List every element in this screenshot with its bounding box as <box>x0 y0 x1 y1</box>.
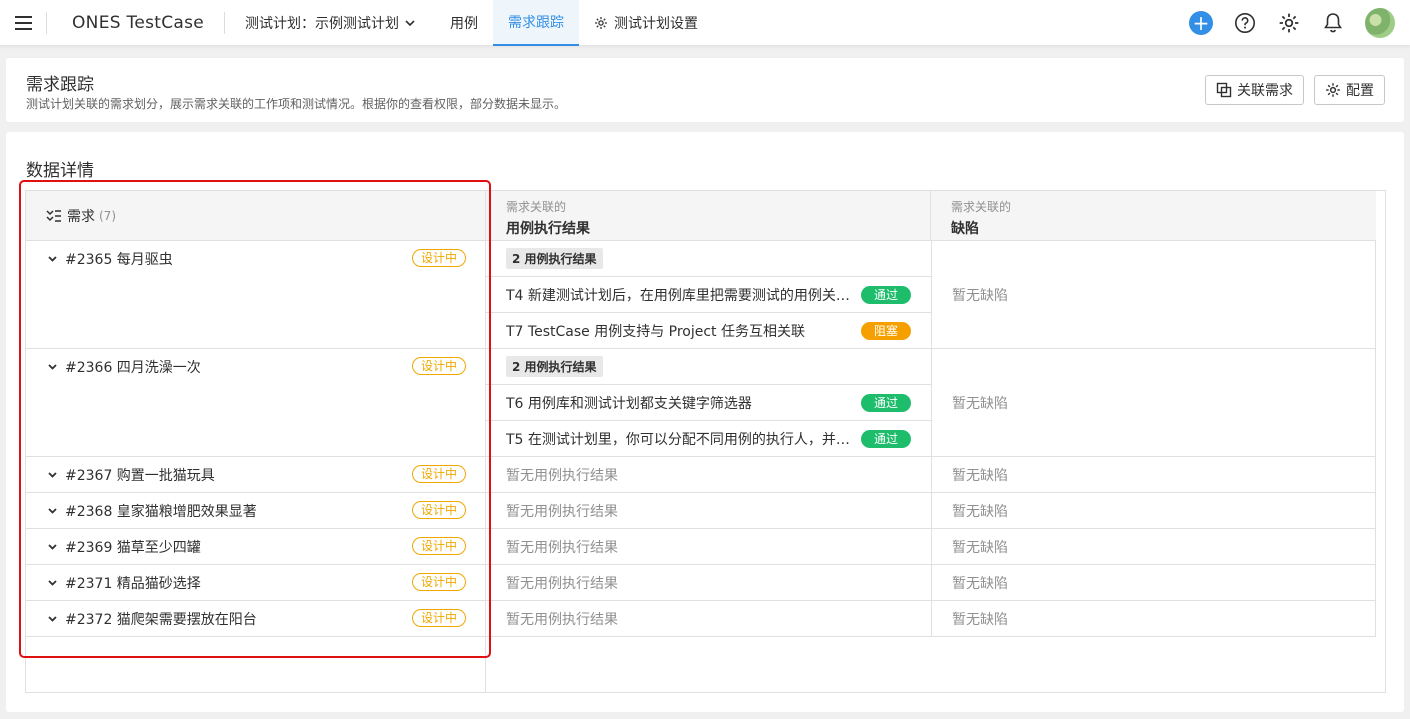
requirement-title[interactable]: #2367 购置一批猫玩具 <box>65 465 215 485</box>
chevron-down-icon[interactable] <box>48 507 57 514</box>
requirement-row[interactable]: #2367 购置一批猫玩具 设计中 <box>26 457 486 493</box>
status-pass-badge: 通过 <box>861 430 911 448</box>
hamburger-icon[interactable] <box>0 0 46 46</box>
exec-row[interactable]: T4 新建测试计划后，在用例库里把需要测试的用例关联到测试计划 通过 <box>486 277 931 313</box>
exec-count-tag: 2 用例执行结果 <box>506 356 603 377</box>
plan-select-label: 测试计划：示例测试计划 <box>245 15 400 32</box>
requirement-row[interactable]: #2366 四月洗澡一次 设计中 <box>26 349 486 457</box>
empty-exec-cell: 暂无用例执行结果 <box>486 565 931 601</box>
exec-row[interactable]: T5 在测试计划里，你可以分配不同用例的执行人，并跟踪执行进度 通过 <box>486 421 931 457</box>
requirement-title[interactable]: #2372 猫爬架需要摆放在阳台 <box>65 609 257 629</box>
requirement-row[interactable]: #2371 精品猫砂选择 设计中 <box>26 565 486 601</box>
bug-cell: 暂无缺陷 <box>931 565 1376 601</box>
exec-title[interactable]: T6 用例库和测试计划都支关键字筛选器 <box>506 393 851 413</box>
config-label: 配置 <box>1346 83 1374 99</box>
exec-count-row: 2 用例执行结果 <box>486 349 931 385</box>
bug-cell: 暂无缺陷 <box>931 457 1376 493</box>
status-badge: 设计中 <box>411 465 466 483</box>
empty-exec-cell: 暂无用例执行结果 <box>486 457 931 493</box>
section-title: 数据详情 <box>26 161 94 181</box>
bug-cell: 暂无缺陷 <box>931 241 1376 349</box>
requirement-title[interactable]: #2371 精品猫砂选择 <box>65 573 201 593</box>
bug-header-big: 缺陷 <box>951 221 979 237</box>
page-title: 需求跟踪 <box>26 75 94 95</box>
chevron-down-icon[interactable] <box>48 255 57 262</box>
status-blocked-badge: 阻塞 <box>861 322 911 340</box>
exec-row[interactable]: T6 用例库和测试计划都支关键字筛选器 通过 <box>486 385 931 421</box>
tab-cases[interactable]: 用例 <box>435 0 493 46</box>
chevron-down-icon[interactable] <box>48 543 57 550</box>
status-pass-badge: 通过 <box>861 286 911 304</box>
plus-icon[interactable]: + <box>1189 11 1213 35</box>
exec-row[interactable]: T7 TestCase 用例支持与 Project 任务互相关联 阻塞 <box>486 313 931 349</box>
empty-exec-cell: 暂无用例执行结果 <box>486 493 931 529</box>
tab-label: 需求跟踪 <box>508 14 565 31</box>
gear-icon <box>1326 83 1340 97</box>
status-badge: 设计中 <box>411 249 466 267</box>
status-pass-badge: 通过 <box>861 394 911 412</box>
requirement-panel: 需求 (7) #2365 每月驱虫 设计中 #2366 四月洗澡一次 设计中 #… <box>25 190 486 693</box>
config-button[interactable]: 配置 <box>1314 75 1385 105</box>
requirement-title[interactable]: #2369 猫草至少四罐 <box>65 537 201 557</box>
bug-cell: 暂无缺陷 <box>931 349 1376 457</box>
status-badge: 设计中 <box>411 537 466 555</box>
requirement-row[interactable]: #2365 每月驱虫 设计中 <box>26 241 486 349</box>
tab-requirement-tracking[interactable]: 需求跟踪 <box>493 0 580 46</box>
exec-title[interactable]: T7 TestCase 用例支持与 Project 任务互相关联 <box>506 321 851 341</box>
link-requirement-button[interactable]: 关联需求 <box>1205 75 1304 105</box>
status-badge: 设计中 <box>411 573 466 591</box>
bug-header-small: 需求关联的 <box>951 200 1012 214</box>
requirement-title[interactable]: #2366 四月洗澡一次 <box>65 357 201 377</box>
gear-icon[interactable] <box>1277 11 1301 35</box>
page-subtitle: 测试计划关联的需求划分，展示需求关联的工作项和测试情况。根据你的查看权限，部分数… <box>26 97 567 111</box>
empty-exec-cell: 暂无用例执行结果 <box>486 529 931 565</box>
tab-label: 测试计划设置 <box>614 15 699 32</box>
plan-select[interactable]: 测试计划：示例测试计划 <box>225 13 435 33</box>
bug-cell: 暂无缺陷 <box>931 529 1376 565</box>
chevron-down-icon[interactable] <box>48 471 57 478</box>
tab-plan-settings[interactable]: 测试计划设置 <box>579 0 713 46</box>
chevron-down-icon[interactable] <box>48 579 57 586</box>
exec-header-small: 需求关联的 <box>506 200 567 214</box>
bug-cell: 暂无缺陷 <box>931 493 1376 529</box>
exec-count-row: 2 用例执行结果 <box>486 241 931 277</box>
chevron-down-icon[interactable] <box>48 615 57 622</box>
header-card: 需求跟踪 测试计划关联的需求划分，展示需求关联的工作项和测试情况。根据你的查看权… <box>6 58 1404 122</box>
gear-icon <box>595 16 607 29</box>
chevron-down-icon[interactable] <box>48 363 57 370</box>
requirement-row[interactable]: #2368 皇家猫粮增肥效果显著 设计中 <box>26 493 486 529</box>
data-card: 数据详情 需求 (7) #2365 每月驱虫 设计中 #2366 四月洗澡一次 … <box>6 132 1404 712</box>
link-requirement-label: 关联需求 <box>1237 83 1293 99</box>
chevron-down-icon <box>405 19 415 26</box>
status-badge: 设计中 <box>411 357 466 375</box>
empty-exec-cell: 暂无用例执行结果 <box>486 601 931 637</box>
exec-column-header: 需求关联的 用例执行结果 <box>486 191 931 241</box>
bug-cell: 暂无缺陷 <box>931 601 1376 637</box>
requirement-header: 需求 (7) <box>26 191 486 241</box>
requirement-title[interactable]: #2365 每月驱虫 <box>65 249 173 269</box>
tracking-table: 需求关联的 用例执行结果 需求关联的 缺陷 2 用例执行结果 T4 新建测试计划… <box>486 191 1376 637</box>
status-badge: 设计中 <box>411 609 466 627</box>
requirement-title[interactable]: #2368 皇家猫粮增肥效果显著 <box>65 501 257 521</box>
top-nav: ONES TestCase 测试计划：示例测试计划 用例 需求跟踪 测试计划设置… <box>0 0 1410 46</box>
requirement-count: (7) <box>99 208 116 223</box>
link-icon <box>1216 82 1232 98</box>
bug-column-header: 需求关联的 缺陷 <box>931 191 1376 241</box>
bell-icon[interactable] <box>1321 11 1345 35</box>
exec-count-tag: 2 用例执行结果 <box>506 248 603 269</box>
tab-label: 用例 <box>450 15 479 32</box>
requirement-row[interactable]: #2372 猫爬架需要摆放在阳台 设计中 <box>26 601 486 637</box>
sort-icon[interactable] <box>46 209 62 223</box>
app-title[interactable]: ONES TestCase <box>47 13 224 33</box>
avatar[interactable] <box>1365 8 1395 38</box>
requirement-header-label: 需求 <box>67 208 95 225</box>
exec-title[interactable]: T5 在测试计划里，你可以分配不同用例的执行人，并跟踪执行进度 <box>506 429 851 449</box>
help-icon[interactable] <box>1233 11 1257 35</box>
tracking-panel: 需求关联的 用例执行结果 需求关联的 缺陷 2 用例执行结果 T4 新建测试计划… <box>485 190 1386 693</box>
exec-header-big: 用例执行结果 <box>506 221 590 237</box>
status-badge: 设计中 <box>411 501 466 519</box>
requirement-row[interactable]: #2369 猫草至少四罐 设计中 <box>26 529 486 565</box>
nav-right: + <box>1169 0 1410 46</box>
exec-title[interactable]: T4 新建测试计划后，在用例库里把需要测试的用例关联到测试计划 <box>506 285 851 305</box>
